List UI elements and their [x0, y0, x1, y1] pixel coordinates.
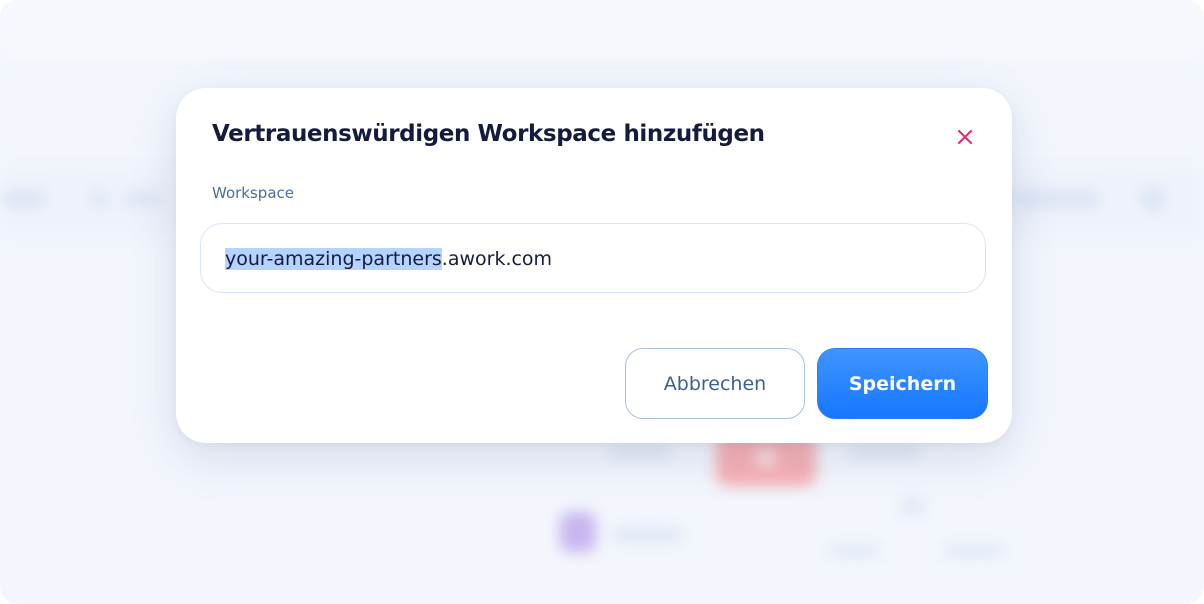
- app-backdrop: Vertrauenswürdigen Workspace hinzufügen …: [0, 0, 1204, 604]
- cancel-button[interactable]: Abbrechen: [625, 348, 805, 419]
- close-button[interactable]: [950, 122, 980, 152]
- workspace-input[interactable]: your-amazing-partners.awork.com: [200, 223, 986, 293]
- selected-text: your-amazing-partners: [225, 248, 442, 270]
- domain-text: .awork.com: [441, 248, 553, 270]
- close-icon: [957, 129, 973, 145]
- dialog-title: Vertrauenswürdigen Workspace hinzufügen: [212, 121, 765, 147]
- save-button[interactable]: Speichern: [817, 348, 988, 419]
- workspace-field-label: Workspace: [212, 184, 294, 202]
- add-trusted-workspace-dialog: Vertrauenswürdigen Workspace hinzufügen …: [176, 88, 1012, 443]
- workspace-input-value[interactable]: your-amazing-partners.awork.com: [225, 243, 552, 275]
